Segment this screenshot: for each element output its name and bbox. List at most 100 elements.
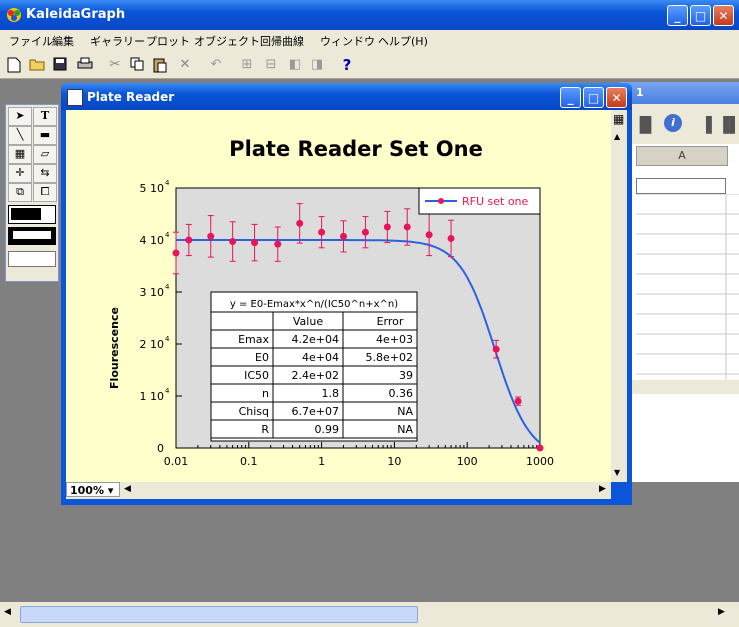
grid-toggle-icon[interactable]: ▦ xyxy=(613,112,624,126)
data-point xyxy=(172,249,180,257)
x-tick-label: 1 xyxy=(318,455,325,468)
scroll-left-arrow-icon[interactable]: ◀ xyxy=(124,484,131,494)
data-point xyxy=(425,231,433,239)
document-icon xyxy=(67,89,83,106)
scroll-down-arrow-icon[interactable]: ▼ xyxy=(614,468,620,477)
chart-title: Plate Reader Set One xyxy=(229,137,483,161)
table-cell: 0.36 xyxy=(389,387,414,400)
menu-curve-fit[interactable]: 回帰曲線 xyxy=(260,33,304,49)
scroll-up-arrow-icon[interactable]: ▲ xyxy=(614,132,620,141)
plot-vertical-scrollbar[interactable]: ▦ ▲ ▼ xyxy=(611,110,627,482)
paste-icon[interactable] xyxy=(150,54,172,76)
plot-window: Plate Reader _ □ ✕ Plate Reader Set One … xyxy=(61,83,632,505)
plot-maximize-button[interactable]: □ xyxy=(583,87,604,108)
print-icon[interactable] xyxy=(74,54,96,76)
active-cell[interactable] xyxy=(636,178,726,194)
help-icon[interactable]: ? xyxy=(336,54,358,76)
main-horizontal-scrollbar[interactable]: ◀ ▶ xyxy=(0,602,739,627)
menu-plot[interactable]: プロット xyxy=(146,33,190,49)
y-tick-exponent: 4 xyxy=(165,231,170,239)
clear-icon[interactable]: ✕ xyxy=(174,54,196,76)
zoom-level: 100% xyxy=(70,484,104,497)
table-cell: NA xyxy=(397,405,413,418)
columns-icon[interactable]: ▌▐▌ xyxy=(706,116,739,134)
open-folder-icon[interactable] xyxy=(26,54,48,76)
data-point xyxy=(318,228,326,236)
select-arrow-icon[interactable]: ➤ xyxy=(8,107,32,126)
send-back-icon[interactable]: ◨ xyxy=(306,54,328,76)
duplicate-tool-icon[interactable]: ⧉ xyxy=(8,183,32,202)
main-scroll-thumb[interactable] xyxy=(20,606,418,623)
maximize-button[interactable]: □ xyxy=(690,5,711,26)
table-cell: R xyxy=(261,423,269,436)
data-window[interactable]: 1 ▐▌ i ▌▐▌ A xyxy=(620,82,739,482)
text-tool-icon[interactable]: T xyxy=(33,107,57,126)
plot-window-title: Plate Reader xyxy=(87,90,175,104)
data-window-title-bar: 1 xyxy=(620,82,739,104)
minimize-button[interactable]: _ xyxy=(667,5,688,26)
info-icon[interactable]: i xyxy=(664,114,682,132)
bar-chart-icon[interactable]: ▐▌ xyxy=(634,116,657,134)
line-width-selector[interactable] xyxy=(8,251,56,267)
rectangle-tool-icon[interactable]: ▬ xyxy=(33,126,57,145)
plate-reader-chart: Plate Reader Set One Flourescence 0.01 0.… xyxy=(108,137,554,468)
table-cell: E0 xyxy=(255,351,269,364)
crosshair-tool-icon[interactable]: ✛ xyxy=(8,164,32,183)
y-tick-label: 4 10 xyxy=(140,234,165,247)
group-icon[interactable]: ⊞ xyxy=(236,54,258,76)
main-scroll-right-icon[interactable]: ▶ xyxy=(718,607,725,617)
data-window-title: 1 xyxy=(636,86,644,99)
menu-bar: ファイル 編集 ギャラリー プロット オブジェクト 回帰曲線 ウィンドウ ヘルプ… xyxy=(0,30,739,50)
x-tick-label: 10 xyxy=(387,455,401,468)
plot-minimize-button[interactable]: _ xyxy=(560,87,581,108)
bring-front-icon[interactable]: ◧ xyxy=(284,54,306,76)
copy-icon[interactable] xyxy=(127,54,149,76)
zoom-selector[interactable]: 100% ▾ xyxy=(66,482,120,497)
eraser-tool-icon[interactable]: ▱ xyxy=(33,145,57,164)
tool-palette: ➤ T ╲ ▬ ▦ ▱ ✛ ⇆ ⧉ ⧠ xyxy=(5,104,59,282)
y-tick-label: 1 10 xyxy=(140,390,165,403)
ungroup-icon[interactable]: ⊟ xyxy=(260,54,282,76)
menu-window[interactable]: ウィンドウ xyxy=(320,33,375,49)
main-scroll-left-icon[interactable]: ◀ xyxy=(4,607,11,617)
plot-horizontal-scrollbar[interactable]: 100% ▾ ◀ ▶ xyxy=(66,482,611,499)
menu-gallery[interactable]: ギャラリー xyxy=(90,33,145,49)
line-tool-icon[interactable]: ╲ xyxy=(8,126,32,145)
data-point xyxy=(492,345,500,353)
data-point xyxy=(296,219,304,227)
x-tick-label: 100 xyxy=(457,455,478,468)
column-header-a[interactable]: A xyxy=(636,146,728,166)
menu-file[interactable]: ファイル xyxy=(9,33,53,49)
menu-help[interactable]: ヘルプ(H) xyxy=(378,33,428,49)
line-style-swatch[interactable] xyxy=(8,227,56,245)
menu-object[interactable]: オブジェクト xyxy=(194,33,260,49)
x-tick-label: 1000 xyxy=(526,455,554,468)
y-tick-label: 0 xyxy=(157,442,164,455)
data-point xyxy=(340,232,348,240)
fill-color-swatch[interactable] xyxy=(8,205,56,224)
table-cell: 39 xyxy=(399,369,413,382)
save-icon[interactable] xyxy=(50,54,72,76)
kaleidagraph-logo-icon xyxy=(7,8,21,22)
data-point xyxy=(447,234,455,242)
y-axis-label: Flourescence xyxy=(108,307,121,389)
plot-window-title-bar: Plate Reader _ □ ✕ xyxy=(61,83,632,110)
new-file-icon[interactable] xyxy=(4,54,26,76)
data-window-hscroll[interactable] xyxy=(632,380,739,394)
zoom-tool-icon[interactable]: ⇆ xyxy=(33,164,57,183)
scroll-right-arrow-icon[interactable]: ▶ xyxy=(599,484,606,494)
table-tool-icon[interactable]: ▦ xyxy=(8,145,32,164)
plot-close-button[interactable]: ✕ xyxy=(606,87,627,108)
y-tick-label: 3 10 xyxy=(140,286,165,299)
cut-icon[interactable]: ✂ xyxy=(104,54,126,76)
copy-tool-icon[interactable]: ⧠ xyxy=(33,183,57,202)
plot-canvas[interactable]: Plate Reader Set One Flourescence 0.01 0.… xyxy=(66,110,611,482)
undo-icon[interactable]: ↶ xyxy=(205,54,227,76)
y-tick-exponent: 4 xyxy=(165,387,170,395)
menu-edit[interactable]: 編集 xyxy=(52,33,74,49)
close-button[interactable]: ✕ xyxy=(713,5,734,26)
table-cell: 2.4e+02 xyxy=(292,369,339,382)
legend-marker xyxy=(438,198,444,204)
x-tick-label: 0.1 xyxy=(240,455,257,468)
data-point xyxy=(207,232,215,240)
